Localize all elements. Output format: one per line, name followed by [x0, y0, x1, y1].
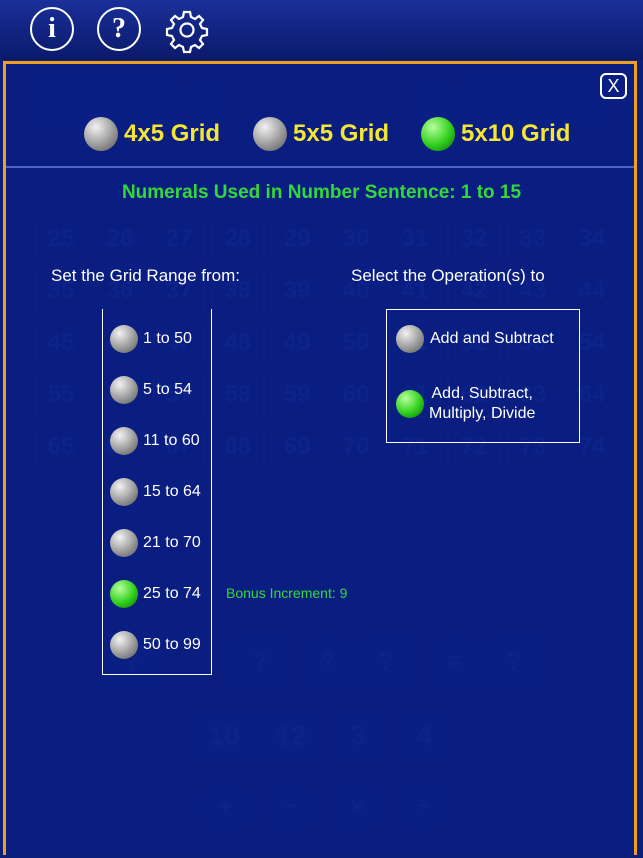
top-toolbar: i ?	[0, 0, 643, 60]
radio-ball-selected-icon	[421, 117, 455, 151]
divider	[6, 166, 634, 168]
operation-heading: Select the Operation(s) to	[351, 266, 545, 285]
range-label: 21 to 70	[143, 534, 201, 551]
range-label: 11 to 60	[143, 432, 200, 449]
radio-ball-icon	[396, 325, 424, 353]
range-option-1-50[interactable]: 1 to 50	[110, 324, 192, 354]
range-option-11-60[interactable]: 11 to 60	[110, 426, 200, 456]
grid-option-5x5[interactable]: 5x5 Grid	[253, 117, 389, 151]
radio-ball-icon	[110, 529, 138, 557]
grid-option-label: 5x5 Grid	[293, 120, 390, 147]
range-label: 15 to 64	[143, 483, 201, 500]
range-heading: Set the Grid Range from:	[51, 266, 240, 285]
range-option-5-54[interactable]: 5 to 54	[110, 375, 192, 405]
settings-dialog	[3, 61, 637, 855]
range-label: 50 to 99	[143, 636, 201, 653]
help-button[interactable]: ?	[97, 7, 141, 51]
radio-ball-selected-icon	[110, 580, 138, 608]
info-button[interactable]: i	[30, 7, 74, 51]
range-label: 25 to 74	[143, 585, 201, 602]
close-icon: X	[607, 75, 620, 96]
grid-option-label: 5x10 Grid	[461, 120, 571, 147]
range-label: 1 to 50	[143, 330, 192, 347]
operation-add-subtract[interactable]: Add and Subtract	[396, 325, 554, 353]
operation-label: Add and Subtract	[430, 330, 554, 347]
radio-ball-icon	[253, 117, 287, 151]
radio-ball-icon	[84, 117, 118, 151]
range-option-50-99[interactable]: 50 to 99	[110, 630, 201, 660]
help-icon: ?	[112, 13, 126, 44]
grid-option-5x10[interactable]: 5x10 Grid	[421, 117, 570, 151]
operation-all-four[interactable]: Add, Subtract, Multiply, Divide	[396, 384, 535, 424]
operation-label-line2: Multiply, Divide	[429, 405, 536, 422]
radio-ball-icon	[110, 478, 138, 506]
radio-ball-selected-icon	[396, 390, 424, 418]
grid-option-label: 4x5 Grid	[124, 120, 221, 147]
radio-ball-icon	[110, 631, 138, 659]
close-button[interactable]: X	[600, 73, 627, 99]
bonus-increment-text: Bonus Increment: 9	[226, 585, 348, 601]
grid-option-4x5[interactable]: 4x5 Grid	[84, 117, 220, 151]
info-icon: i	[48, 13, 56, 44]
radio-ball-icon	[110, 427, 138, 455]
gear-icon[interactable]	[163, 6, 211, 54]
range-option-15-64[interactable]: 15 to 64	[110, 477, 201, 507]
numerals-used-text: Numerals Used in Number Sentence: 1 to 1…	[121, 182, 522, 203]
radio-ball-icon	[110, 325, 138, 353]
range-option-25-74[interactable]: 25 to 74	[110, 579, 201, 609]
range-label: 5 to 54	[143, 381, 192, 398]
range-option-21-70[interactable]: 21 to 70	[110, 528, 201, 558]
radio-ball-icon	[110, 376, 138, 404]
operation-label-line1: Add, Subtract,	[431, 385, 533, 402]
